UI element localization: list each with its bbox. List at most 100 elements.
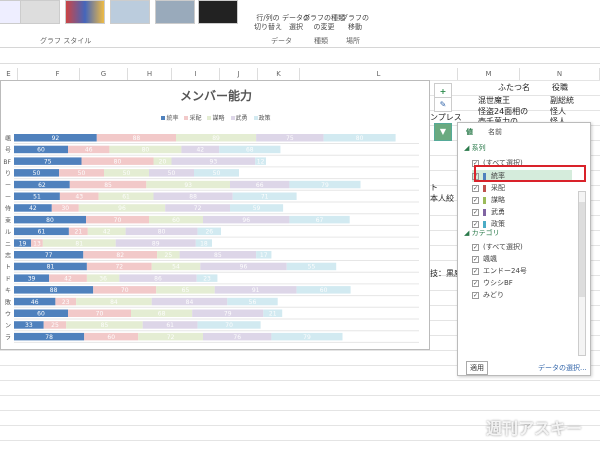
series-filter-item[interactable]: ✓ 采配: [472, 182, 572, 194]
select-data-link[interactable]: データの選択...: [538, 363, 587, 373]
column-header[interactable]: G: [80, 68, 128, 80]
data-label: 61: [166, 322, 174, 329]
data-label: 72: [194, 205, 202, 212]
data-label: 23: [203, 275, 211, 282]
column-header[interactable]: L: [300, 68, 458, 80]
category-filter-item[interactable]: ✓ 颯颯: [472, 253, 497, 265]
chart-style-6[interactable]: [198, 0, 238, 24]
column-header[interactable]: N: [520, 68, 600, 80]
series-color-icon: [483, 184, 486, 192]
checkbox[interactable]: ✓: [472, 196, 479, 204]
switch-row-column-button[interactable]: 行/列の 切り替え: [254, 14, 282, 32]
data-label: 18: [200, 240, 208, 247]
section-category[interactable]: ◢ カテゴリ: [464, 227, 500, 239]
data-label: 92: [52, 135, 60, 142]
cell-m-header[interactable]: ふたつ名: [480, 82, 548, 93]
data-label: 54: [172, 264, 180, 271]
data-label: 70: [96, 311, 104, 318]
column-header[interactable]: E: [0, 68, 18, 80]
data-label: 60: [172, 217, 180, 224]
column-header[interactable]: F: [36, 68, 80, 80]
label: エンドー24号: [483, 267, 527, 275]
data-label: 68: [158, 311, 166, 318]
category-label: り: [5, 171, 11, 178]
formula-bar[interactable]: [0, 50, 600, 64]
change-chart-type-button[interactable]: グラフの種類 の変更: [303, 14, 345, 32]
scrollbar[interactable]: [578, 191, 586, 356]
cell-n1[interactable]: 副総統: [550, 95, 574, 106]
data-label: 25: [51, 322, 59, 329]
section-category-label: カテゴリ: [471, 229, 500, 237]
scroll-thumb[interactable]: [579, 202, 585, 297]
checkbox[interactable]: ✓: [472, 291, 479, 299]
chart-style-4[interactable]: [110, 0, 150, 24]
cell-m1[interactable]: 混世魔王: [478, 95, 510, 106]
chart-style-3[interactable]: [65, 0, 105, 24]
cell-l-c[interactable]: 本人絞: [430, 193, 457, 204]
section-series-label: 系列: [471, 144, 486, 152]
data-label: 25: [165, 252, 173, 259]
cell-l-d[interactable]: 技：黒魔: [430, 268, 457, 279]
cell-l-a[interactable]: ンプレス: [430, 112, 462, 123]
category-label: 志: [5, 252, 11, 260]
chart-filter-button[interactable]: ▼: [434, 123, 452, 141]
data-label: 79: [224, 311, 232, 318]
label: 謀略: [491, 196, 505, 204]
chart-style-2[interactable]: [20, 0, 60, 24]
data-label: 50: [123, 170, 131, 177]
series-color-icon: [483, 196, 486, 204]
series-filter-item[interactable]: ✓ 謀略: [472, 194, 572, 206]
data-label: 60: [37, 147, 45, 154]
category-label: ウ: [5, 310, 11, 318]
cell-l-b[interactable]: ト: [430, 182, 438, 193]
data-label: 80: [114, 158, 122, 165]
data-label: 93: [184, 182, 192, 189]
data-label: 21: [75, 229, 83, 236]
cell-n-header[interactable]: 役職: [552, 82, 568, 93]
chart-styles-button[interactable]: ✎: [434, 97, 452, 112]
data-label: 85: [101, 322, 109, 329]
category-label: ニ: [5, 241, 11, 248]
ribbon: グラフ スタイル 行/列の 切り替え データの 選択 グラフの種類 の変更 グラ…: [0, 0, 600, 48]
apply-button[interactable]: 適用: [466, 361, 488, 375]
group-type: 種類: [314, 37, 328, 45]
column-header[interactable]: J: [220, 68, 258, 80]
data-label: 88: [50, 287, 58, 294]
column-header[interactable]: H: [128, 68, 172, 80]
data-label: 62: [38, 182, 46, 189]
data-label: 82: [116, 252, 124, 259]
tab-names[interactable]: 名前: [488, 126, 502, 138]
category-filter-item[interactable]: ✓ (すべて選択): [472, 241, 523, 253]
checkbox[interactable]: ✓: [472, 255, 479, 263]
data-label: 84: [186, 299, 194, 306]
label: 颯颯: [483, 255, 497, 263]
data-label: 61: [38, 229, 46, 236]
category-label: ー: [5, 194, 11, 201]
series-filter-item[interactable]: ✓ 武勇: [472, 206, 572, 218]
category-filter-item[interactable]: ✓ みどり: [472, 289, 504, 301]
checkbox[interactable]: ✓: [472, 208, 479, 216]
checkbox[interactable]: ✓: [472, 184, 479, 192]
chart-style-5[interactable]: [155, 0, 195, 24]
checkbox[interactable]: ✓: [472, 243, 479, 251]
data-label: 13: [33, 240, 41, 247]
section-series[interactable]: ◢ 系列: [464, 142, 486, 154]
column-header[interactable]: M: [458, 68, 520, 80]
tab-values[interactable]: 値: [466, 126, 473, 138]
category-filter-item[interactable]: ✓ エンドー24号: [472, 265, 527, 277]
column-header[interactable]: K: [258, 68, 300, 80]
category-label: ラ: [5, 334, 11, 341]
data-label: 91: [252, 287, 260, 294]
data-label: 23: [62, 299, 70, 306]
group-chart-styles: グラフ スタイル: [40, 37, 92, 45]
checkbox[interactable]: ✓: [472, 279, 479, 287]
checkbox[interactable]: ✓: [472, 267, 479, 275]
data-label: 43: [75, 194, 83, 201]
data-label: 85: [104, 182, 112, 189]
data-label: 80: [46, 217, 54, 224]
move-chart-button[interactable]: グラフの 移動: [341, 14, 369, 32]
data-label: 30: [61, 205, 69, 212]
category-filter-item[interactable]: ✓ ウシシBF: [472, 277, 513, 289]
column-header[interactable]: I: [172, 68, 220, 80]
chart[interactable]: メンバー能力 統率 采配 謀略 武勇 政策 颯 92 88 89 75 80 号 60 46 80 42 68…: [0, 80, 430, 350]
